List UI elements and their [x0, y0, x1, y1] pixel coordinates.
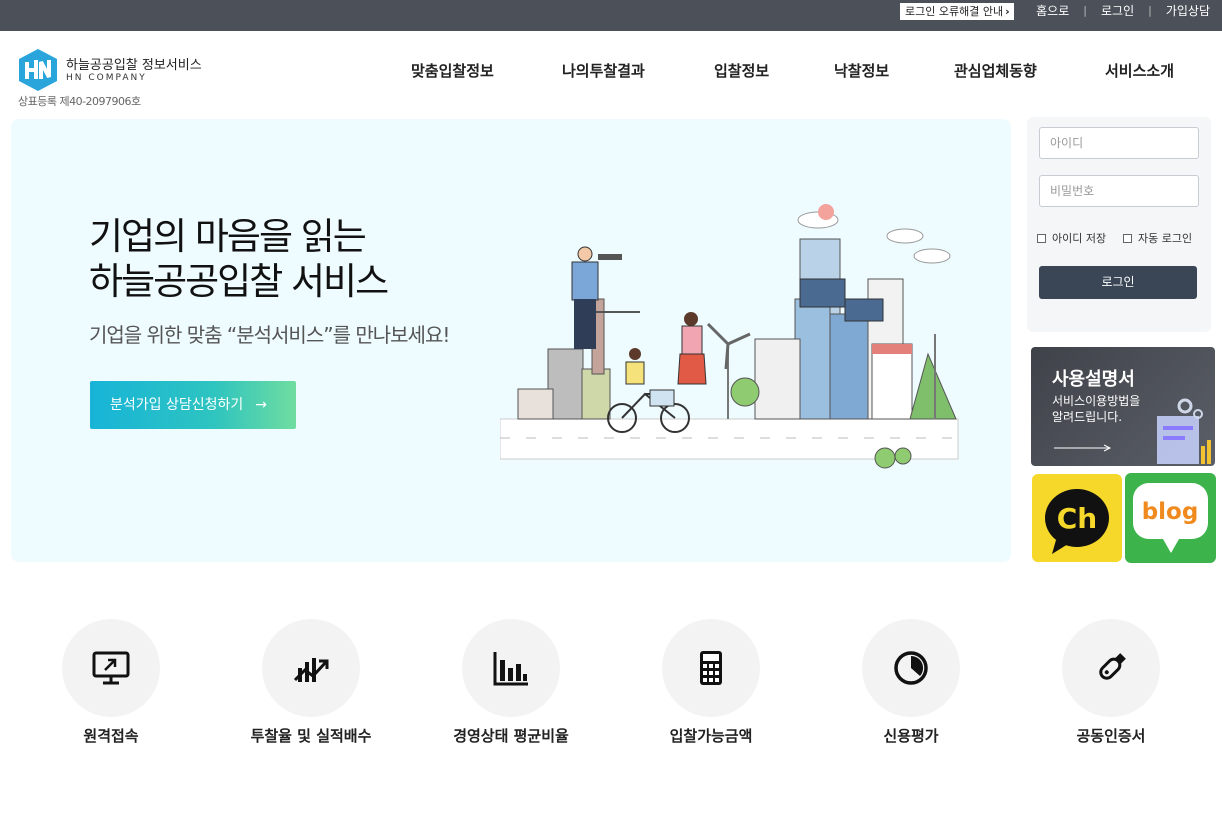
service-icon-circle — [262, 619, 360, 717]
service-label: 신용평가 — [883, 727, 939, 745]
trademark-text: 상표등록 제40-2097906호 — [18, 95, 141, 108]
service-icon-circle — [662, 619, 760, 717]
service-label: 경영상태 평균비율 — [453, 727, 569, 745]
hero-subtitle: 기업을 위한 맞춤 “분석서비스”를 만나보세요! — [89, 323, 450, 347]
arrow-line-icon — [1054, 444, 1112, 452]
pie-clock-icon — [894, 651, 928, 685]
service-icon-circle — [862, 619, 960, 717]
city-illustration — [500, 204, 959, 469]
chevron-right-icon: › — [1005, 5, 1010, 18]
top-bar: 로그인 오류해결 안내 › 홈으로 | 로그인 | 가입상담 — [0, 0, 1222, 31]
brand-name: 하늘공공입찰 정보서비스 — [66, 58, 202, 73]
save-id-checkbox[interactable]: 아이디 저장 — [1037, 230, 1106, 246]
signup-consult-link[interactable]: 가입상담 — [1166, 2, 1210, 19]
login-error-guide-label: 로그인 오류해결 안내 — [905, 5, 1004, 18]
kakao-channel-button[interactable]: Ch — [1032, 474, 1122, 562]
user-manual-banner[interactable]: 사용설명서 서비스이용방법을 알려드립니다. — [1031, 347, 1215, 466]
login-error-guide-button[interactable]: 로그인 오류해결 안내 › — [900, 3, 1014, 20]
trend-chart-icon — [293, 658, 329, 682]
nav-custom-bid-info[interactable]: 맞춤입찰정보 — [411, 60, 494, 81]
home-link[interactable]: 홈으로 — [1036, 2, 1069, 19]
nav-bid-info[interactable]: 입찰정보 — [714, 60, 769, 81]
service-label: 입찰가능금액 — [669, 727, 753, 745]
blog-icon: blog — [1133, 483, 1208, 553]
kakao-label: Ch — [1057, 502, 1097, 535]
nav-service-intro[interactable]: 서비스소개 — [1105, 60, 1174, 81]
service-bid-rate[interactable]: 투찰율 및 실적배수 — [211, 619, 411, 746]
consult-request-label: 분석가입 상담신청하기 — [110, 397, 244, 413]
manual-title: 사용설명서 — [1052, 369, 1135, 390]
auto-login-label: 자동 로그인 — [1138, 232, 1193, 245]
nav-competitor-trends[interactable]: 관심업체동향 — [954, 60, 1037, 81]
brand-subtitle: HN COMPANY — [66, 73, 147, 83]
arrow-right-icon: → — [255, 397, 267, 413]
password-field[interactable] — [1039, 175, 1199, 207]
nav-award-info[interactable]: 낙찰정보 — [834, 60, 889, 81]
divider: | — [1148, 4, 1152, 17]
service-certificate[interactable]: 공동인증서 — [1011, 619, 1211, 746]
checkbox-icon — [1037, 233, 1046, 243]
document-gear-icon — [1157, 398, 1211, 464]
login-button[interactable]: 로그인 — [1039, 266, 1197, 299]
manual-description: 서비스이용방법을 알려드립니다. — [1052, 394, 1141, 424]
calculator-icon — [700, 651, 722, 685]
nav-my-bid-results[interactable]: 나의투찰결과 — [562, 60, 645, 81]
user-id-field[interactable] — [1039, 127, 1199, 159]
service-icon-circle — [1062, 619, 1160, 717]
hero-title: 기업의 마음을 읽는 하늘공공입찰 서비스 — [89, 214, 389, 304]
service-bid-amount[interactable]: 입찰가능금액 — [611, 619, 811, 746]
hero-banner: 기업의 마음을 읽는 하늘공공입찰 서비스 기업을 위한 맞춤 “분석서비스”를 … — [11, 119, 1011, 562]
service-icon-circle — [462, 619, 560, 717]
service-label: 공동인증서 — [1076, 727, 1146, 745]
service-credit-rating[interactable]: 신용평가 — [811, 619, 1011, 746]
service-label: 원격접속 — [83, 727, 139, 745]
usb-key-icon — [1099, 653, 1126, 680]
divider: | — [1083, 4, 1087, 17]
login-panel: 아이디 저장 자동 로그인 로그인 — [1027, 117, 1211, 332]
auto-login-checkbox[interactable]: 자동 로그인 — [1123, 230, 1192, 246]
hero-title-line1: 기업의 마음을 읽는 — [89, 215, 367, 258]
save-id-label: 아이디 저장 — [1052, 232, 1107, 245]
top-links: 홈으로 | 로그인 | 가입상담 — [1036, 2, 1210, 19]
checkbox-icon — [1123, 233, 1132, 243]
kakao-channel-icon: Ch — [1045, 489, 1109, 554]
bar-chart-icon — [493, 652, 528, 686]
service-label: 투찰율 및 실적배수 — [250, 727, 372, 745]
consult-request-button[interactable]: 분석가입 상담신청하기 → — [90, 381, 296, 429]
service-icon-circle — [62, 619, 160, 717]
blog-button[interactable]: blog — [1125, 473, 1216, 563]
hero-title-line2: 하늘공공입찰 서비스 — [89, 260, 389, 303]
blog-label: blog — [1142, 499, 1199, 525]
service-remote-access[interactable]: 원격접속 — [11, 619, 211, 746]
service-management-ratio[interactable]: 경영상태 평균비율 — [411, 619, 611, 746]
login-link[interactable]: 로그인 — [1101, 2, 1134, 19]
hn-logo-icon[interactable] — [18, 48, 58, 92]
remote-monitor-icon — [92, 651, 130, 685]
